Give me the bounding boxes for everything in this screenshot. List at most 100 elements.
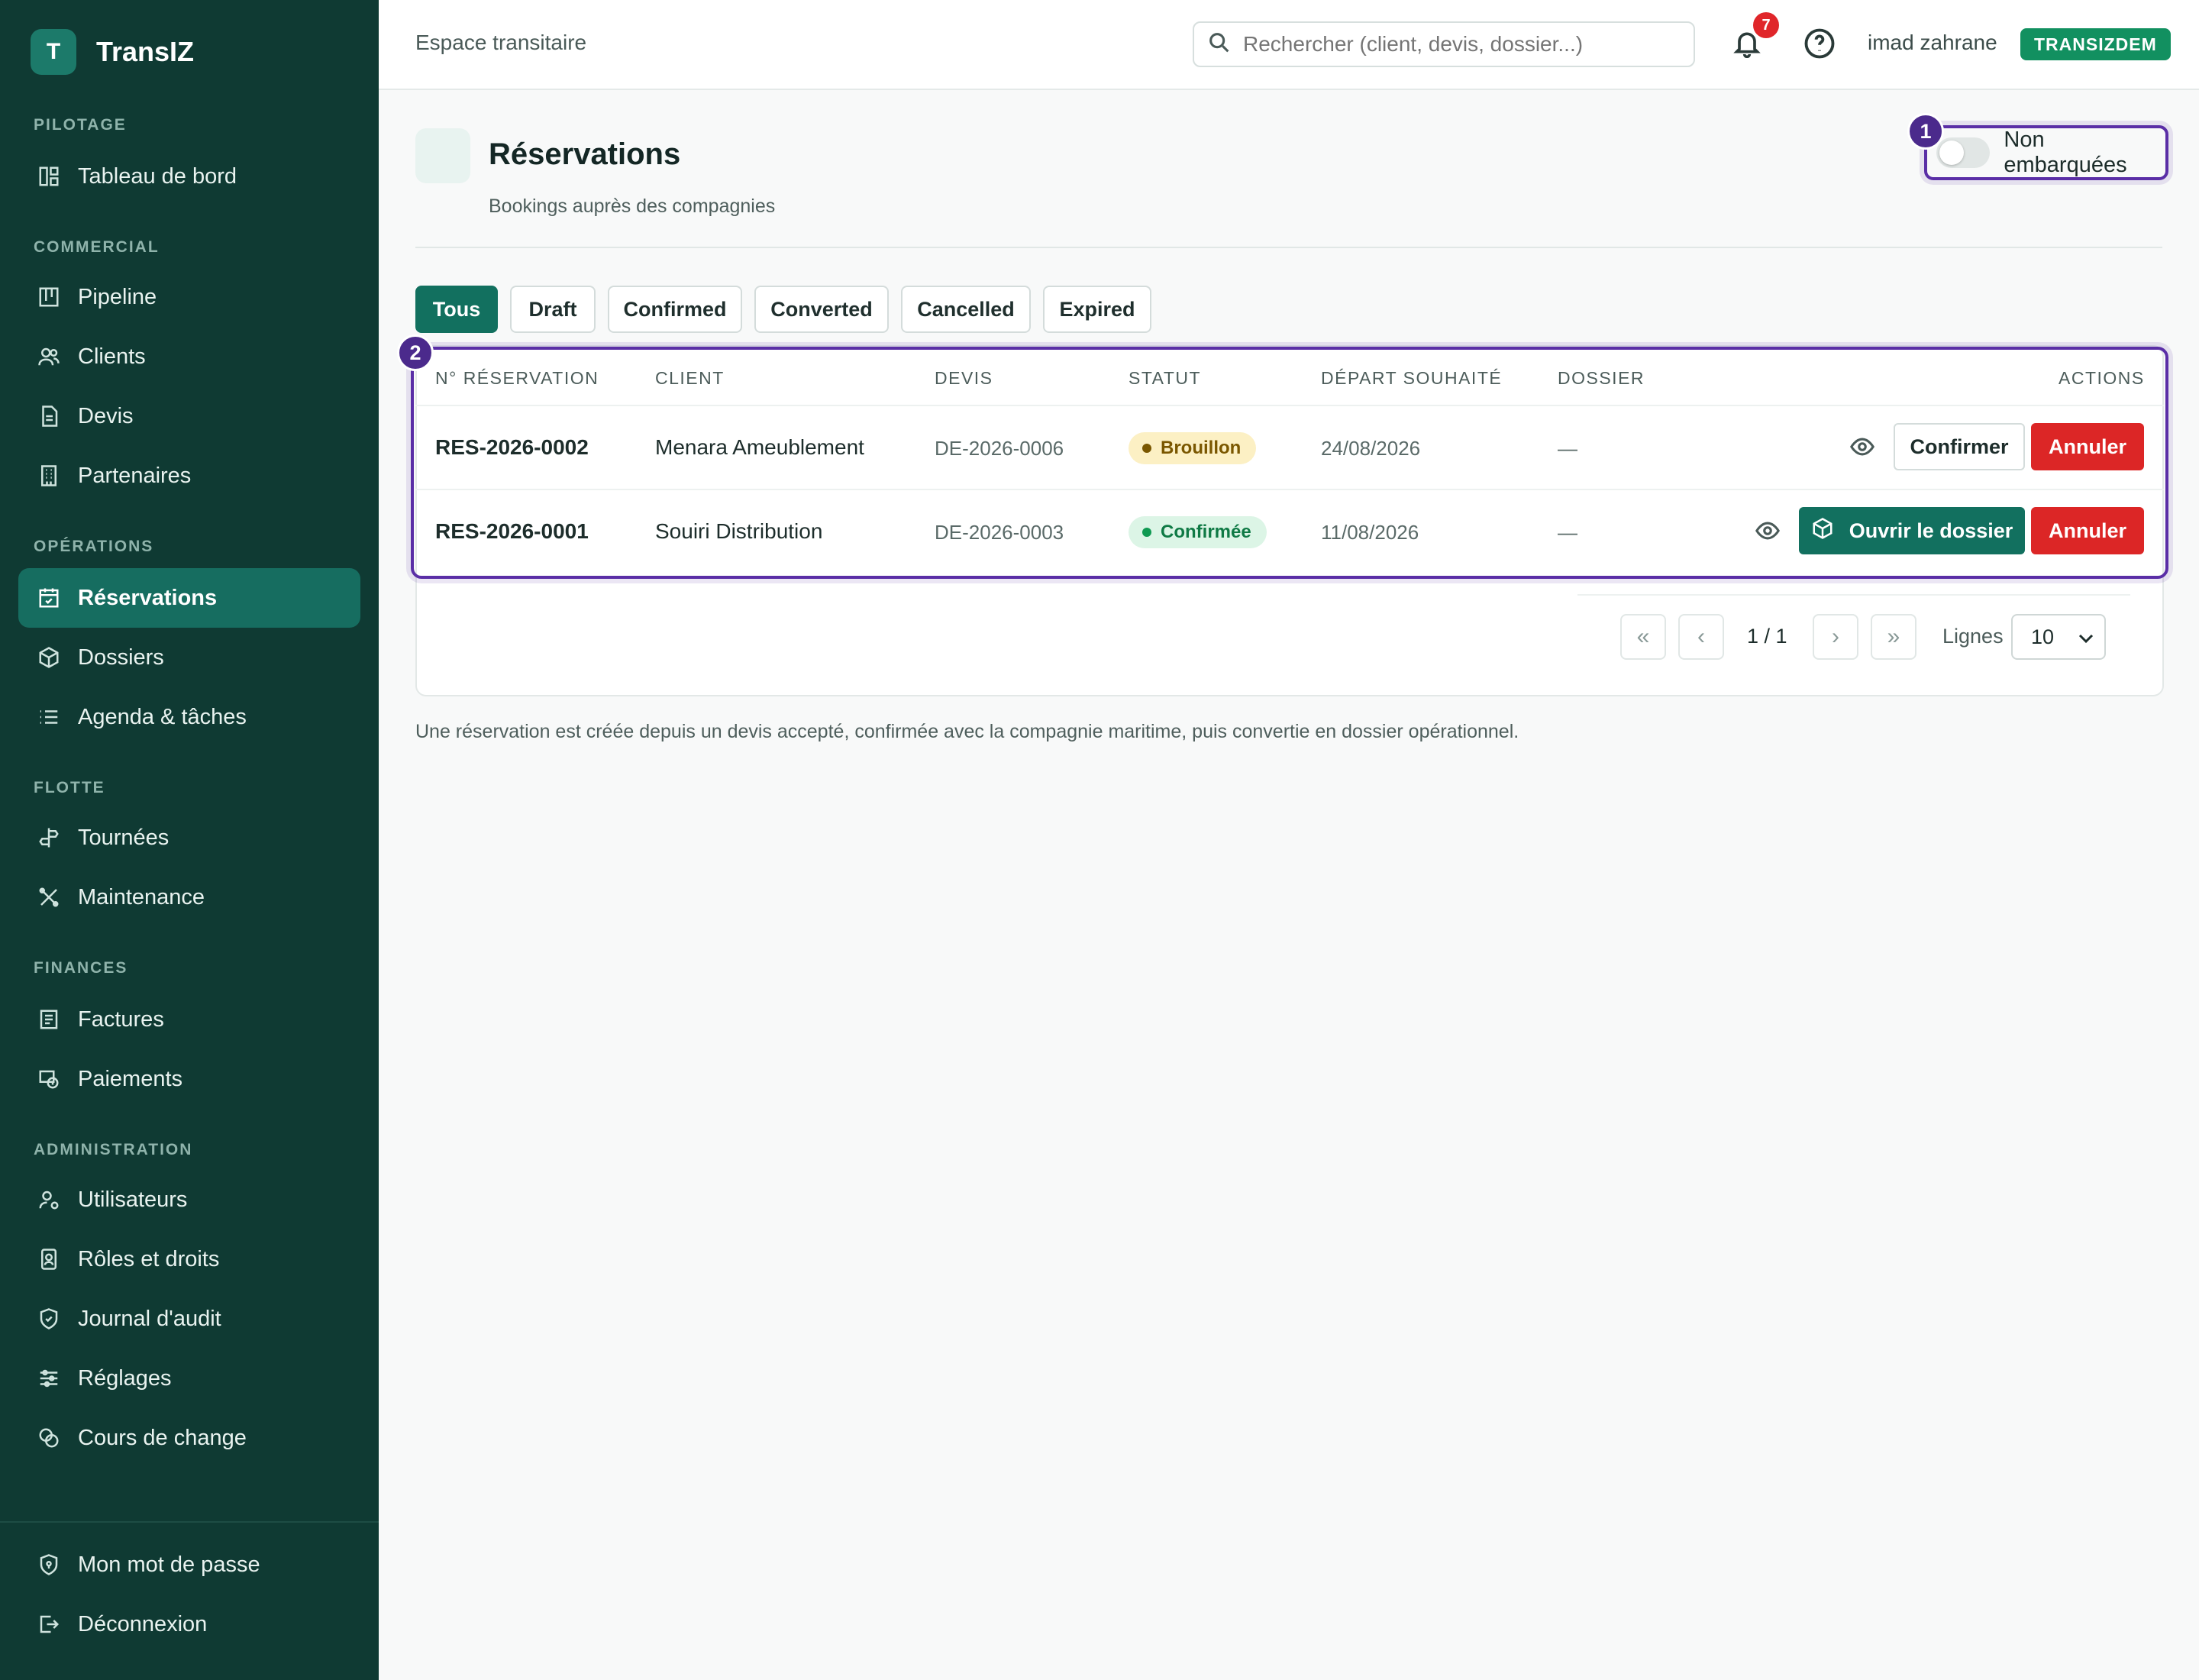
document-icon [37,404,61,428]
sidebar-divider [0,1521,379,1523]
sidebar-item-dashboard[interactable]: Tableau de bord [18,147,360,206]
page-indicator: 1 / 1 [1747,625,1787,648]
nav-section-flotte: FLOTTE [34,779,105,796]
bell-icon [1732,32,1762,61]
toggle-knob [1939,141,1964,165]
building-icon [37,464,61,488]
search-box[interactable] [1193,21,1695,67]
sidebar-item-label: Réservations [78,585,218,610]
toggle-label: Non embarquées [2004,128,2127,177]
sidebar-item-label: Tableau de bord [78,163,237,189]
user-cog-icon [37,1187,61,1212]
nav-section-pilotage: PILOTAGE [34,116,127,134]
topbar-title: Espace transitaire [415,31,587,54]
sidebar-item-label: Maintenance [78,884,205,909]
page-footnote: Une réservation est créée depuis un devi… [415,721,1519,742]
logout-icon [37,1612,61,1636]
coins-icon [37,1426,61,1450]
sidebar-item-reservations[interactable]: Réservations [18,568,360,628]
sidebar-item-password[interactable]: Mon mot de passe [18,1535,360,1594]
user-name[interactable]: imad zahrane [1868,31,1997,55]
brand-logo: T [31,29,76,75]
sidebar-item-label: Mon mot de passe [78,1552,260,1577]
page-title: Réservations [489,137,681,171]
not-shipped-toggle[interactable]: Non embarquées [1924,125,2168,180]
filter-tab-expired[interactable]: Expired [1043,286,1151,333]
filter-tab-confirmed[interactable]: Confirmed [608,286,742,333]
sidebar-item-label: Paiements [78,1066,183,1091]
sidebar-item-pipeline[interactable]: Pipeline [18,267,360,327]
notification-count-badge: 7 [1753,12,1779,38]
nav-section-operations: OPÉRATIONS [34,538,154,555]
sidebar-item-label: Cours de change [78,1425,247,1450]
rows-per-page-select[interactable]: 10 [2011,614,2106,660]
filter-tab-converted[interactable]: Converted [754,286,889,333]
help-button[interactable] [1803,27,1837,61]
sidebar-item-label: Dossiers [78,645,164,670]
invoice-icon [37,1007,61,1032]
users-icon [37,344,61,369]
brand[interactable]: T TransIZ [31,29,194,75]
sidebar-item-tournees[interactable]: Tournées [18,808,360,867]
sidebar-item-logout[interactable]: Déconnexion [18,1594,360,1654]
sidebar-item-dossiers[interactable]: Dossiers [18,628,360,687]
header-divider [415,247,2162,248]
sidebar: T TransIZ PILOTAGE Tableau de bord COMME… [0,0,379,1680]
sidebar-item-partenaires[interactable]: Partenaires [18,446,360,506]
kanban-icon [37,285,61,309]
app-root: T TransIZ PILOTAGE Tableau de bord COMME… [0,0,2199,1680]
sidebar-item-label: Utilisateurs [78,1187,188,1212]
shield-key-icon [37,1552,61,1577]
sidebar-item-label: Déconnexion [78,1611,208,1636]
first-page-button[interactable]: « [1620,614,1666,660]
sidebar-item-reglages[interactable]: Réglages [18,1349,360,1408]
brand-name: TransIZ [96,36,195,67]
page-icon [415,128,470,183]
sidebar-item-label: Devis [78,403,134,428]
sidebar-item-agenda[interactable]: Agenda & tâches [18,687,360,747]
next-page-button[interactable]: › [1813,614,1858,660]
topbar: Espace transitaire 7 imad zahrane TRANSI… [379,0,2199,90]
last-page-button[interactable]: » [1871,614,1916,660]
filter-tab-tous[interactable]: Tous [415,286,498,333]
search-icon [1194,30,1232,60]
sidebar-item-roles[interactable]: Rôles et droits [18,1229,360,1289]
nav-section-commercial: COMMERCIAL [34,238,160,256]
badge-icon [37,1247,61,1271]
package-icon [37,645,61,670]
nav-section-administration: ADMINISTRATION [34,1141,193,1158]
help-icon [1803,28,1836,63]
sidebar-item-label: Pipeline [78,284,157,309]
signpost-icon [37,825,61,850]
table-highlight-frame [411,347,2168,579]
dashboard-icon [37,164,61,189]
sidebar-item-clients[interactable]: Clients [18,327,360,386]
sidebar-item-label: Journal d'audit [78,1306,221,1331]
filter-tab-cancelled[interactable]: Cancelled [901,286,1031,333]
page-subtitle: Bookings auprès des compagnies [489,195,776,217]
sliders-icon [37,1366,61,1391]
prev-page-button[interactable]: ‹ [1678,614,1724,660]
sidebar-item-label: Partenaires [78,463,192,488]
sidebar-item-factures[interactable]: Factures [18,990,360,1049]
payment-icon [37,1067,61,1091]
annotation-marker-2: 2 [397,334,434,371]
sidebar-item-devis[interactable]: Devis [18,386,360,446]
sidebar-item-label: Tournées [78,825,170,850]
rows-per-page-value: 10 [2031,625,2055,648]
sidebar-item-label: Agenda & tâches [78,704,247,729]
sidebar-item-paiements[interactable]: Paiements [18,1049,360,1109]
sidebar-item-label: Factures [78,1006,164,1032]
search-input[interactable] [1243,32,1686,57]
sidebar-item-label: Rôles et droits [78,1246,220,1271]
sidebar-item-label: Réglages [78,1365,172,1391]
sidebar-item-maintenance[interactable]: Maintenance [18,867,360,927]
sidebar-item-label: Clients [78,344,146,369]
sidebar-item-utilisateurs[interactable]: Utilisateurs [18,1170,360,1229]
sidebar-item-audit[interactable]: Journal d'audit [18,1289,360,1349]
filter-tab-draft[interactable]: Draft [510,286,596,333]
tenant-badge: TRANSIZDEM [2020,28,2171,60]
pagination-divider [1577,594,2130,596]
toggle-switch[interactable] [1936,137,1991,168]
sidebar-item-cours-de-change[interactable]: Cours de change [18,1408,360,1468]
